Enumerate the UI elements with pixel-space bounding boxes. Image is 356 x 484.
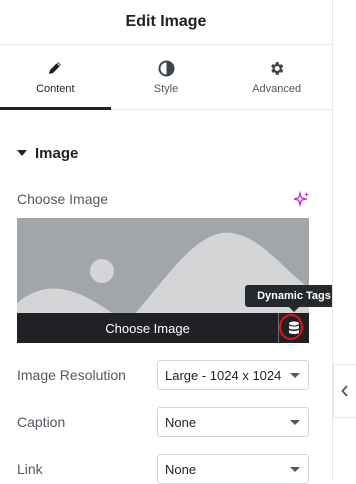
chevron-down-icon xyxy=(290,373,300,378)
link-select[interactable]: None xyxy=(157,454,309,484)
sparkle-icon[interactable] xyxy=(291,190,310,208)
pencil-icon xyxy=(46,59,64,77)
highlight-ring xyxy=(279,314,303,340)
resolution-select[interactable]: Large - 1024 x 1024 xyxy=(157,360,309,390)
tab-style[interactable]: Style xyxy=(111,45,222,109)
collapse-panel-button[interactable] xyxy=(333,364,356,418)
panel-title: Edit Image xyxy=(125,13,207,30)
tab-advanced[interactable]: Advanced xyxy=(221,45,332,109)
choose-image-button[interactable]: Choose Image xyxy=(17,321,278,336)
tab-advanced-label: Advanced xyxy=(252,83,302,95)
caret-down-icon xyxy=(17,144,27,162)
tab-content-label: Content xyxy=(36,83,75,95)
gear-icon xyxy=(268,59,286,77)
tooltip-text: Dynamic Tags xyxy=(257,290,331,302)
image-section-toggle[interactable]: Image xyxy=(17,144,78,162)
link-label: Link xyxy=(17,461,43,477)
choose-image-label: Choose Image xyxy=(17,191,109,207)
tab-content[interactable]: Content xyxy=(0,45,111,110)
image-placeholder[interactable]: Choose Image xyxy=(17,218,309,343)
resolution-value: Large - 1024 x 1024 xyxy=(165,367,282,383)
dynamic-tags-tooltip: Dynamic Tags xyxy=(245,285,343,312)
tab-bar: Content Style Advanced xyxy=(0,45,332,110)
resolution-label: Image Resolution xyxy=(17,367,126,383)
half-circle-icon xyxy=(157,59,175,77)
link-value: None xyxy=(165,461,197,477)
chevron-left-icon xyxy=(341,385,348,397)
tab-style-label: Style xyxy=(153,83,179,95)
caption-value: None xyxy=(165,414,197,430)
chevron-down-icon xyxy=(290,467,300,472)
choose-image-bar: Choose Image xyxy=(17,313,309,343)
caption-select[interactable]: None xyxy=(157,407,309,437)
caption-label: Caption xyxy=(17,414,66,430)
section-title: Image xyxy=(35,144,79,162)
panel-header: Edit Image xyxy=(0,0,332,45)
editor-panel: Edit Image Content Style Advanced Image … xyxy=(0,0,332,484)
chevron-down-icon xyxy=(290,420,300,425)
